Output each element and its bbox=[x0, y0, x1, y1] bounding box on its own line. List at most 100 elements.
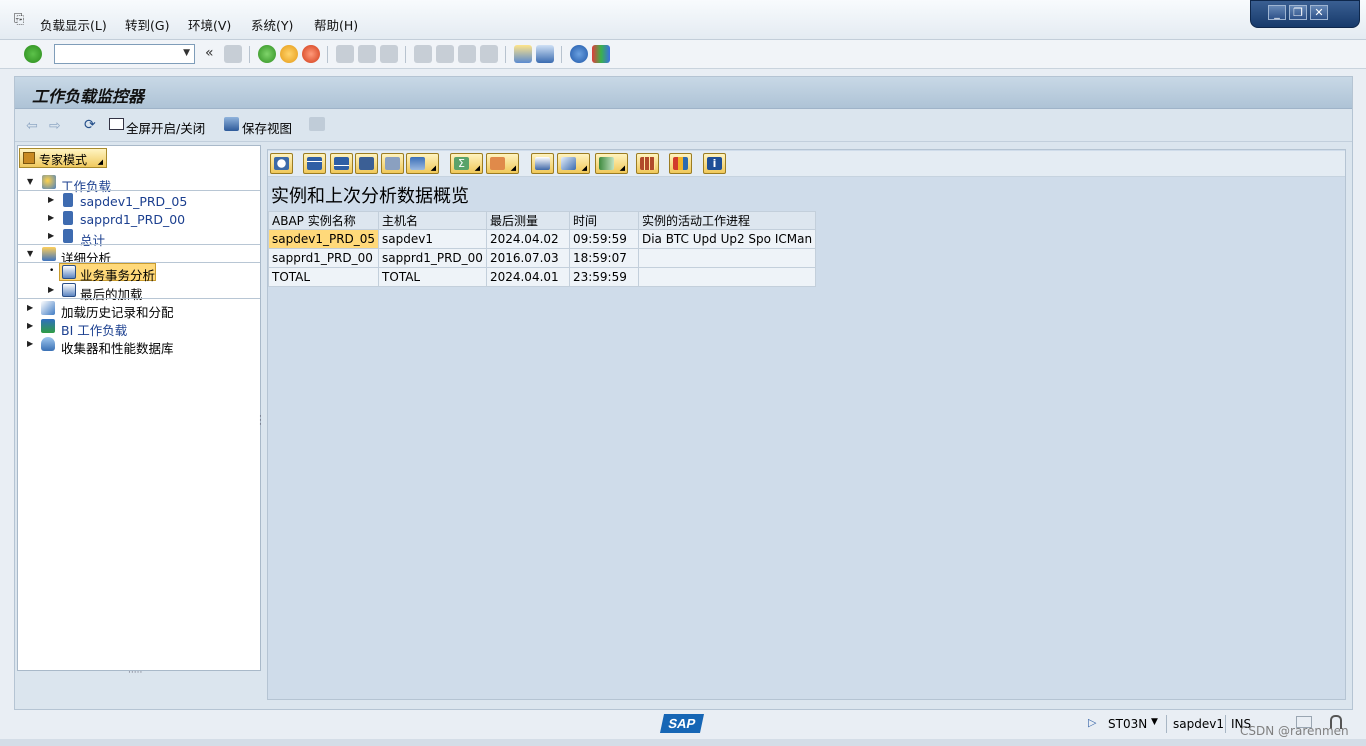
table-cell[interactable]: TOTAL bbox=[267, 267, 380, 287]
save-view-icon[interactable] bbox=[224, 117, 239, 131]
server-icon bbox=[63, 193, 73, 207]
close-button[interactable]: ✕ bbox=[1310, 5, 1328, 20]
tree-node-instance-2[interactable]: sapprd1_PRD_00 bbox=[80, 212, 185, 227]
fullscreen-toggle-button[interactable]: 全屏开启/关闭 bbox=[126, 118, 205, 137]
menu-goto[interactable]: 转到(G) bbox=[125, 15, 169, 34]
sort-ascending-icon bbox=[307, 157, 322, 170]
arrow-left-icon[interactable]: ⇦ bbox=[26, 118, 38, 134]
expand-node-icon[interactable]: ▶ bbox=[27, 339, 33, 348]
graphic-button[interactable] bbox=[669, 153, 692, 174]
expand-node-icon[interactable]: ▶ bbox=[27, 303, 33, 312]
table-cell[interactable]: sapdev1_PRD_05 bbox=[267, 229, 380, 249]
splitter-grip-icon[interactable]: · · · bbox=[259, 413, 262, 430]
info-button[interactable]: i bbox=[703, 153, 726, 174]
resize-grip-icon[interactable]: ····· bbox=[128, 668, 142, 678]
tree-node-bi-workload[interactable]: BI 工作负载 bbox=[61, 320, 127, 339]
exit-icon[interactable] bbox=[280, 45, 298, 63]
column-header[interactable]: ABAP 实例名称 bbox=[267, 211, 380, 230]
status-dropdown-icon[interactable]: ▼ bbox=[1151, 717, 1158, 727]
status-expand-icon[interactable]: ▷ bbox=[1088, 716, 1096, 729]
table-cell[interactable] bbox=[637, 248, 817, 268]
shortcut-icon[interactable] bbox=[536, 45, 554, 63]
tree-node-transaction-analysis[interactable]: 业务事务分析 bbox=[80, 265, 155, 284]
expert-mode-button[interactable]: 专家模式 ◢ bbox=[19, 148, 107, 168]
find-next-button[interactable] bbox=[381, 153, 404, 174]
back-icon[interactable] bbox=[258, 45, 276, 63]
column-header[interactable]: 实例的活动工作进程 bbox=[637, 211, 817, 230]
tree-node-last-load[interactable]: 最后的加载 bbox=[80, 284, 143, 303]
sort-ascending-button[interactable] bbox=[303, 153, 326, 174]
sum-icon: Σ bbox=[454, 157, 469, 170]
tree-node-collector-db[interactable]: 收集器和性能数据库 bbox=[61, 338, 174, 357]
arrow-right-icon[interactable]: ⇨ bbox=[49, 118, 61, 134]
find-next-icon[interactable] bbox=[380, 45, 398, 63]
fullscreen-icon[interactable] bbox=[109, 118, 124, 130]
expand-workload-icon[interactable]: ▼ bbox=[27, 177, 33, 186]
table-cell[interactable]: 18:59:07 bbox=[568, 248, 639, 268]
table-cell[interactable]: sapprd1_PRD_00 bbox=[378, 248, 487, 268]
first-page-icon[interactable] bbox=[414, 45, 432, 63]
refresh-icon[interactable]: ⟳ bbox=[84, 117, 96, 133]
column-header[interactable]: 最后测量 bbox=[485, 211, 570, 230]
column-header[interactable]: 主机名 bbox=[378, 211, 487, 230]
tree-node-instance-1[interactable]: sapdev1_PRD_05 bbox=[80, 194, 187, 209]
print-icon[interactable] bbox=[336, 45, 354, 63]
column-header[interactable]: 时间 bbox=[568, 211, 639, 230]
table-cell[interactable]: 2024.04.02 bbox=[485, 229, 570, 249]
table-row[interactable]: TOTAL TOTAL 2024.04.01 23:59:59 bbox=[267, 267, 817, 287]
menu-load-display[interactable]: 负载显示(L) bbox=[40, 15, 107, 34]
table-row[interactable]: sapprd1_PRD_00 sapprd1_PRD_00 2016.07.03… bbox=[267, 248, 817, 268]
table-cell[interactable]: 2016.07.03 bbox=[485, 248, 570, 268]
help-icon[interactable] bbox=[570, 45, 588, 63]
minimize-button[interactable]: _ bbox=[1268, 5, 1286, 20]
layout-menu-icon[interactable] bbox=[592, 45, 610, 63]
save-icon[interactable] bbox=[224, 45, 242, 63]
table-row[interactable]: sapdev1_PRD_05 sapdev1 2024.04.02 09:59:… bbox=[267, 229, 817, 249]
views-button[interactable]: ◢ bbox=[557, 153, 590, 174]
table-cell[interactable]: 09:59:59 bbox=[568, 229, 639, 249]
find-button[interactable] bbox=[355, 153, 378, 174]
menu-system[interactable]: 系统(Y) bbox=[251, 15, 293, 34]
restore-button[interactable]: ❐ bbox=[1289, 5, 1307, 20]
menu-environment[interactable]: 环境(V) bbox=[188, 15, 231, 34]
print-preview-button[interactable] bbox=[531, 153, 554, 174]
expand-node-icon[interactable]: ▶ bbox=[48, 213, 54, 222]
enter-check-icon[interactable] bbox=[24, 45, 42, 63]
find-icon[interactable] bbox=[358, 45, 376, 63]
chevron-down-icon[interactable]: ▼ bbox=[183, 48, 190, 58]
pane-splitter[interactable] bbox=[262, 145, 266, 703]
save-view-button[interactable]: 保存视图 bbox=[242, 118, 292, 137]
table-cell[interactable]: 23:59:59 bbox=[568, 267, 639, 287]
cancel-icon[interactable] bbox=[302, 45, 320, 63]
menu-system-icon[interactable]: ⎘ bbox=[14, 12, 24, 27]
details-button[interactable] bbox=[270, 153, 293, 174]
export-button[interactable]: ◢ bbox=[595, 153, 628, 174]
table-cell[interactable] bbox=[637, 267, 817, 287]
new-session-icon[interactable] bbox=[514, 45, 532, 63]
layout-button[interactable] bbox=[636, 153, 659, 174]
server-icon bbox=[63, 229, 73, 243]
tree-node-load-history[interactable]: 加载历史记录和分配 bbox=[61, 302, 174, 321]
last-page-icon[interactable] bbox=[480, 45, 498, 63]
next-page-icon[interactable] bbox=[458, 45, 476, 63]
expand-detail-icon[interactable]: ▼ bbox=[27, 249, 33, 258]
instance-overview-table: ABAP 实例名称 主机名 最后测量 时间 实例的活动工作进程 sapdev1_… bbox=[267, 211, 817, 287]
menu-help[interactable]: 帮助(H) bbox=[314, 15, 358, 34]
command-field[interactable]: ▼ bbox=[54, 44, 195, 64]
expand-node-icon[interactable]: ▶ bbox=[48, 231, 54, 240]
expand-node-icon[interactable]: ▶ bbox=[27, 321, 33, 330]
sort-descending-button[interactable] bbox=[330, 153, 353, 174]
previous-page-icon[interactable] bbox=[436, 45, 454, 63]
table-cell[interactable]: sapdev1 bbox=[378, 229, 487, 249]
tree-node-total[interactable]: 总计 bbox=[80, 230, 105, 249]
filter-button[interactable]: ◢ bbox=[406, 153, 439, 174]
table-cell[interactable]: Dia BTC Upd Up2 Spo ICMan bbox=[637, 229, 817, 249]
table-cell[interactable]: 2024.04.01 bbox=[485, 267, 570, 287]
table-cell[interactable]: TOTAL bbox=[378, 267, 487, 287]
expand-node-icon[interactable]: ▶ bbox=[48, 195, 54, 204]
subtotal-button[interactable]: ◢ bbox=[486, 153, 519, 174]
expand-node-icon[interactable]: ▶ bbox=[48, 285, 54, 294]
total-button[interactable]: Σ ◢ bbox=[450, 153, 483, 174]
collapse-command-icon[interactable]: « bbox=[205, 45, 214, 61]
table-cell[interactable]: sapprd1_PRD_00 bbox=[267, 248, 380, 268]
